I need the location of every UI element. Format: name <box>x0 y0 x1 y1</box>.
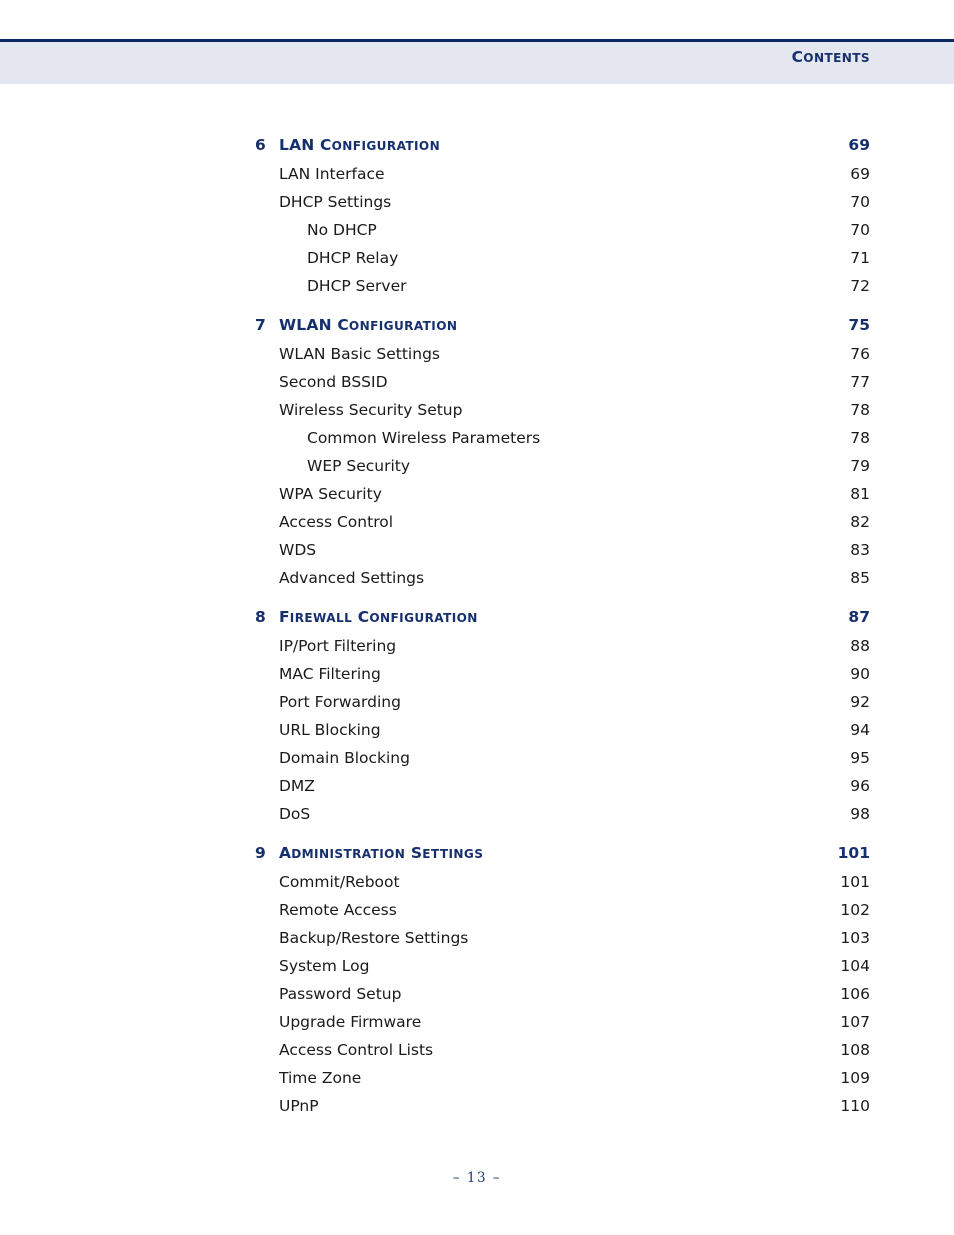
toc-entry-page: 110 <box>840 1097 870 1115</box>
toc-entry-row[interactable]: WLAN Basic Settings 76 <box>0 340 954 368</box>
toc-entry-row[interactable]: Second BSSID 77 <box>0 368 954 396</box>
toc-chapter-page: 101 <box>837 844 870 862</box>
toc-entry-page: 70 <box>850 221 870 239</box>
toc-entry-row[interactable]: WDS 83 <box>0 536 954 564</box>
toc-entry-row[interactable]: Wireless Security Setup 78 <box>0 396 954 424</box>
toc-entry-page: 102 <box>840 901 870 919</box>
toc-entry-page: 98 <box>850 805 870 823</box>
toc-entry-row[interactable]: Advanced Settings 85 <box>0 564 954 592</box>
header-band: CONTENTS <box>0 42 954 84</box>
toc-entry-row[interactable]: Password Setup 106 <box>0 980 954 1008</box>
toc-entry-row[interactable]: URL Blocking 94 <box>0 716 954 744</box>
toc-entry-page: 109 <box>840 1069 870 1087</box>
toc-entry-page: 92 <box>850 693 870 711</box>
toc-entry-page: 108 <box>840 1041 870 1059</box>
toc-entry-row[interactable]: MAC Filtering 90 <box>0 660 954 688</box>
toc-entry-row[interactable]: Port Forwarding 92 <box>0 688 954 716</box>
page-number: – 13 – <box>452 1170 502 1186</box>
toc-entry-page: 90 <box>850 665 870 683</box>
toc-entry-row[interactable]: IP/Port Filtering 88 <box>0 632 954 660</box>
toc-entry-row[interactable]: DMZ 96 <box>0 772 954 800</box>
toc-entry-page: 81 <box>850 485 870 503</box>
toc-entry-row[interactable]: WPA Security 81 <box>0 480 954 508</box>
page-header: CONTENTS <box>0 39 954 84</box>
toc-entry-row[interactable]: WEP Security 79 <box>0 452 954 480</box>
table-of-contents: 6 LAN CONFIGURATION 69 LAN Interface 69 DHCP … <box>0 131 954 1120</box>
toc-entry-page: 70 <box>850 193 870 211</box>
toc-chapter-row[interactable]: 8 FIREWALL CONFIGURATION 87 <box>0 603 954 632</box>
toc-entry-page: 88 <box>850 637 870 655</box>
toc-entry-page: 103 <box>840 929 870 947</box>
page-footer: – 13 – <box>0 1170 954 1186</box>
toc-chapter-row[interactable]: 7 WLAN CONFIGURATION 75 <box>0 311 954 340</box>
toc-entry-row[interactable]: UPnP 110 <box>0 1092 954 1120</box>
toc-entry-row[interactable]: Remote Access 102 <box>0 896 954 924</box>
toc-entry-page: 96 <box>850 777 870 795</box>
toc-entry-row[interactable]: System Log 104 <box>0 952 954 980</box>
toc-entry-page: 71 <box>850 249 870 267</box>
toc-entry-page: 101 <box>840 873 870 891</box>
toc-entry-page: 77 <box>850 373 870 391</box>
toc-entry-row[interactable]: DoS 98 <box>0 800 954 828</box>
toc-entry-page: 94 <box>850 721 870 739</box>
toc-entry-row[interactable]: Commit/Reboot 101 <box>0 868 954 896</box>
toc-entry-page: 107 <box>840 1013 870 1031</box>
toc-entry-page: 85 <box>850 569 870 587</box>
toc-entry-page: 78 <box>850 401 870 419</box>
toc-entry-row[interactable]: Common Wireless Parameters 78 <box>0 424 954 452</box>
toc-entry-page: 76 <box>850 345 870 363</box>
toc-entry-page: 106 <box>840 985 870 1003</box>
toc-chapter-row[interactable]: 9 ADMINISTRATION SETTINGS 101 <box>0 839 954 868</box>
toc-entry-page: 83 <box>850 541 870 559</box>
toc-entry-page: 69 <box>850 165 870 183</box>
toc-entry-row[interactable]: DHCP Server 72 <box>0 272 954 300</box>
toc-entry-page: 95 <box>850 749 870 767</box>
toc-chapter-page: 69 <box>848 136 870 154</box>
toc-entry-row[interactable]: Access Control 82 <box>0 508 954 536</box>
toc-entry-row[interactable]: LAN Interface 69 <box>0 160 954 188</box>
page-title: CONTENTS <box>792 48 870 66</box>
toc-entry-page: 82 <box>850 513 870 531</box>
toc-entry-row[interactable]: Domain Blocking 95 <box>0 744 954 772</box>
page-title-lead: C <box>791 48 804 66</box>
toc-entry-row[interactable]: No DHCP 70 <box>0 216 954 244</box>
toc-entry-row[interactable]: Backup/Restore Settings 103 <box>0 924 954 952</box>
toc-entry-page: 78 <box>850 429 870 447</box>
toc-entry-row[interactable]: Time Zone 109 <box>0 1064 954 1092</box>
toc-chapter-page: 75 <box>848 316 870 334</box>
toc-chapter-page: 87 <box>848 608 870 626</box>
toc-entry-page: 72 <box>850 277 870 295</box>
toc-entry-row[interactable]: Access Control Lists 108 <box>0 1036 954 1064</box>
toc-entry-page: 104 <box>840 957 870 975</box>
toc-entry-row[interactable]: DHCP Relay 71 <box>0 244 954 272</box>
toc-chapter-row[interactable]: 6 LAN CONFIGURATION 69 <box>0 131 954 160</box>
toc-entry-row[interactable]: Upgrade Firmware 107 <box>0 1008 954 1036</box>
toc-entry-page: 79 <box>850 457 870 475</box>
page-title-rest: ONTENTS <box>803 51 870 65</box>
toc-entry-row[interactable]: DHCP Settings 70 <box>0 188 954 216</box>
